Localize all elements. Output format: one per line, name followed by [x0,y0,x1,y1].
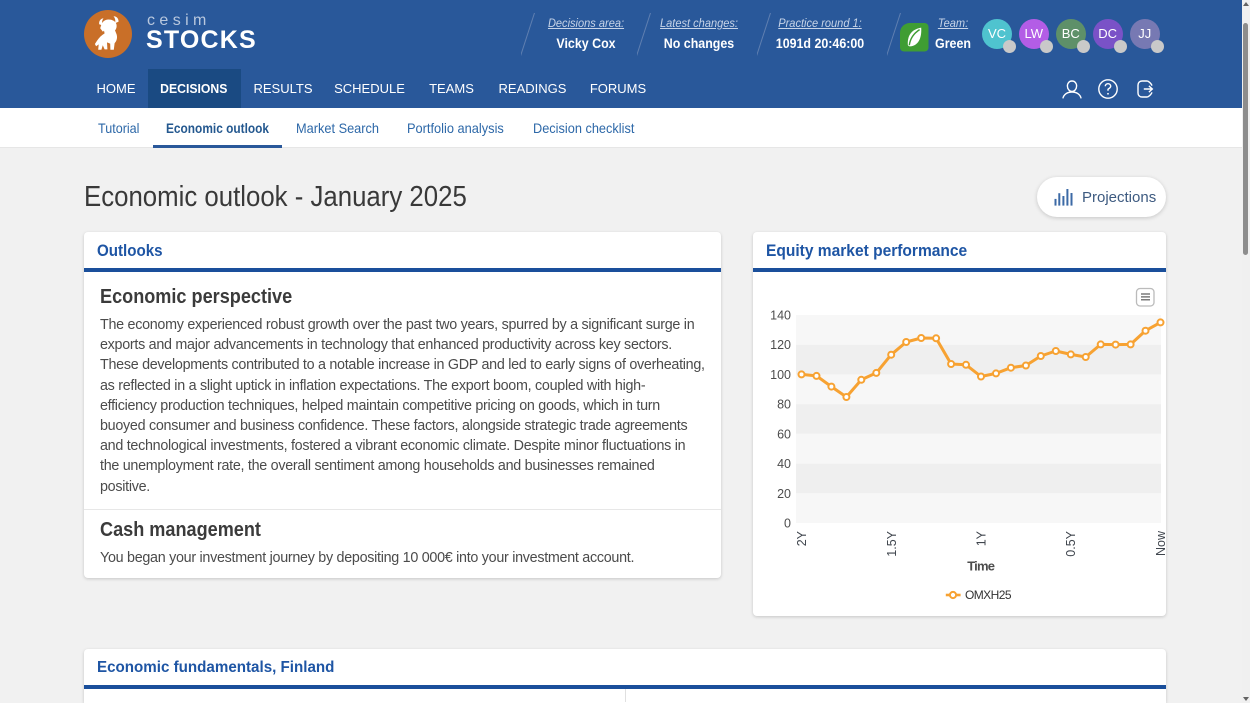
svg-text:2Y: 2Y [795,530,809,546]
svg-text:1.5Y: 1.5Y [885,530,899,556]
svg-text:20: 20 [777,487,791,501]
svg-text:0: 0 [784,517,791,531]
svg-text:Time: Time [967,559,995,574]
svg-text:100: 100 [770,368,791,382]
svg-text:80: 80 [777,398,791,412]
svg-text:120: 120 [770,338,791,352]
svg-text:Now: Now [1154,530,1166,556]
svg-text:40: 40 [777,457,791,471]
svg-text:1Y: 1Y [975,530,989,546]
svg-text:60: 60 [777,427,791,441]
svg-text:OMXH25: OMXH25 [965,588,1012,602]
svg-text:140: 140 [770,309,791,323]
svg-text:0.5Y: 0.5Y [1064,530,1078,556]
